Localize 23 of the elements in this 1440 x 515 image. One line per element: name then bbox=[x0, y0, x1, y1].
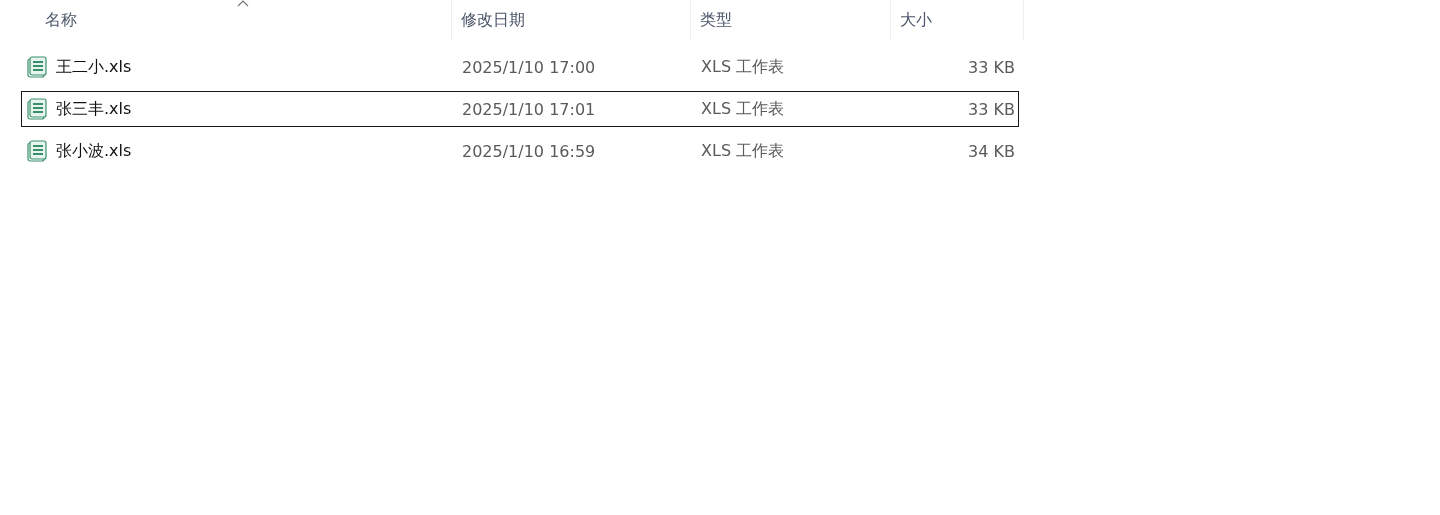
file-name: 张小波.xls bbox=[56, 140, 132, 162]
modified-date: 2025/1/10 17:00 bbox=[461, 57, 597, 77]
spreadsheet-icon bbox=[27, 98, 47, 120]
spreadsheet-icon bbox=[27, 56, 47, 78]
column-header[interactable]: 名称 bbox=[21, 0, 452, 40]
file-row[interactable]: 张三丰.xls 2025/1/10 17:01 XLS 工作表 33 KB bbox=[21, 91, 1019, 127]
sort-caret-icon bbox=[237, 0, 249, 7]
file-row[interactable]: 王二小.xls 2025/1/10 17:00 XLS 工作表 33 KB bbox=[21, 49, 1019, 85]
file-row[interactable]: 张小波.xls 2025/1/10 16:59 XLS 工作表 34 KB bbox=[21, 133, 1019, 169]
column-header[interactable]: 类型 bbox=[691, 0, 891, 40]
file-size: 33 KB bbox=[967, 99, 1016, 119]
column-header[interactable]: 修改日期 bbox=[452, 0, 691, 40]
file-size: 34 KB bbox=[967, 141, 1016, 161]
file-size: 33 KB bbox=[967, 57, 1016, 77]
file-type: XLS 工作表 bbox=[700, 98, 786, 120]
file-type: XLS 工作表 bbox=[700, 140, 786, 162]
file-name: 张三丰.xls bbox=[56, 98, 132, 120]
modified-date: 2025/1/10 16:59 bbox=[461, 141, 597, 161]
file-name: 王二小.xls bbox=[56, 56, 132, 78]
spreadsheet-icon bbox=[27, 140, 47, 162]
modified-date: 2025/1/10 17:01 bbox=[461, 99, 597, 119]
column-header[interactable]: 大小 bbox=[891, 0, 1024, 40]
file-type: XLS 工作表 bbox=[700, 56, 786, 78]
